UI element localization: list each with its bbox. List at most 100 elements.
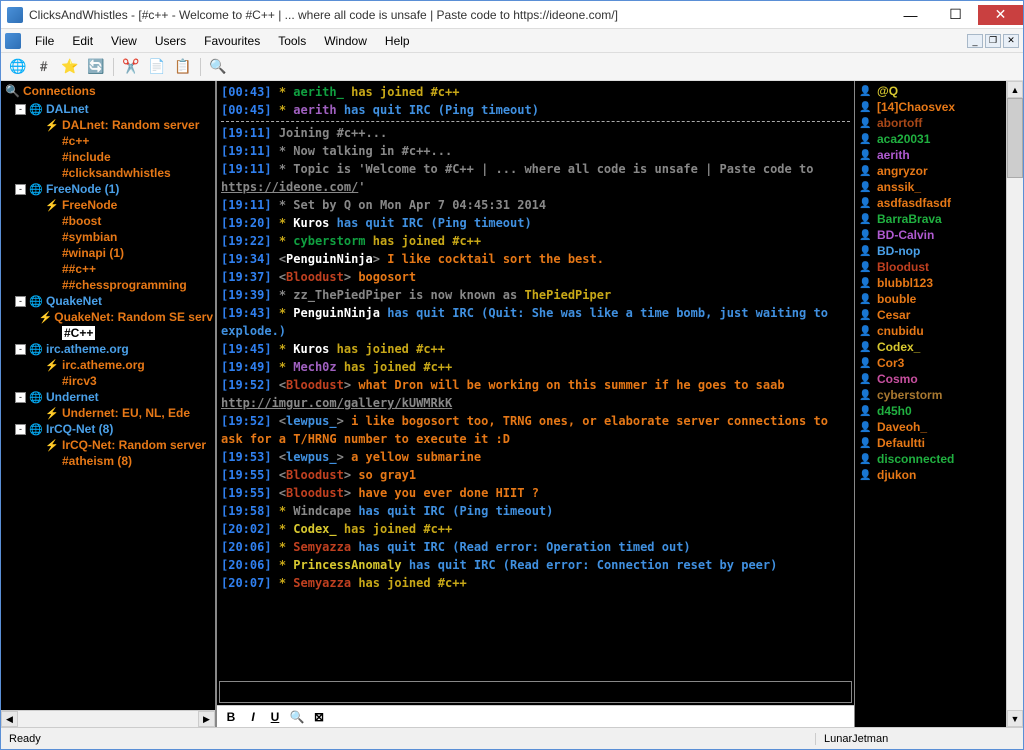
tree-item[interactable]: ⚡Undernet: EU, NL, Ede <box>3 405 213 421</box>
user-item[interactable]: 👤blubbl123 <box>859 275 1002 291</box>
minimize-button[interactable]: — <box>888 5 933 25</box>
chat-log[interactable]: [00:43] * aerith_ has joined #c++[00:45]… <box>217 81 854 679</box>
user-vertical-scrollbar[interactable]: ▲ ▼ <box>1006 81 1023 727</box>
user-item[interactable]: 👤BarraBrava <box>859 211 1002 227</box>
user-item[interactable]: 👤BD-nop <box>859 243 1002 259</box>
color-button[interactable]: 🔍 <box>289 710 305 724</box>
tree-item[interactable]: ⚡DALnet: Random server <box>3 117 213 133</box>
tree-item[interactable]: ##atheism (8) <box>3 453 213 469</box>
user-item[interactable]: 👤djukon <box>859 467 1002 483</box>
user-item[interactable]: 👤cyberstorm <box>859 387 1002 403</box>
tree-item[interactable]: -🌐IrCQ-Net (8) <box>3 421 213 437</box>
search-icon[interactable]: 🔍 <box>207 56 229 78</box>
menu-favourites[interactable]: Favourites <box>196 32 268 50</box>
user-item[interactable]: 👤bouble <box>859 291 1002 307</box>
user-item[interactable]: 👤abortoff <box>859 115 1002 131</box>
user-nick: djukon <box>877 468 916 482</box>
user-item[interactable]: 👤disconnected <box>859 451 1002 467</box>
clear-button[interactable]: ⊠ <box>311 710 327 724</box>
mdi-close-button[interactable]: ✕ <box>1003 34 1019 48</box>
tree-item[interactable]: ⚡IrCQ-Net: Random server <box>3 437 213 453</box>
user-item[interactable]: 👤BD-Calvin <box>859 227 1002 243</box>
globe-icon[interactable]: 🌐 <box>7 56 29 78</box>
menu-tools[interactable]: Tools <box>270 32 314 50</box>
tree-item[interactable]: ##ircv3 <box>3 373 213 389</box>
user-item[interactable]: 👤aerith <box>859 147 1002 163</box>
chat-line: [19:55] <Bloodust> have you ever done HI… <box>221 484 850 502</box>
tree-item[interactable]: ⚡QuakeNet: Random SE serv <box>3 309 213 325</box>
user-item[interactable]: 👤Defaultti <box>859 435 1002 451</box>
tree-label: #atheism (8) <box>62 454 132 468</box>
underline-button[interactable]: U <box>267 710 283 724</box>
user-item[interactable]: 👤Cosmo <box>859 371 1002 387</box>
user-item[interactable]: 👤asdfasdfasdf <box>859 195 1002 211</box>
message-input[interactable] <box>219 681 852 703</box>
close-button[interactable]: ✕ <box>978 5 1023 25</box>
menu-window[interactable]: Window <box>316 32 375 50</box>
user-item[interactable]: 👤Cor3 <box>859 355 1002 371</box>
tree-item[interactable]: ##boost <box>3 213 213 229</box>
mdi-restore-button[interactable]: ❐ <box>985 34 1001 48</box>
user-nick: aerith <box>877 148 910 162</box>
tree-expander[interactable]: - <box>15 296 26 307</box>
mdi-minimize-button[interactable]: _ <box>967 34 983 48</box>
menu-help[interactable]: Help <box>377 32 418 50</box>
user-item[interactable]: 👤anssik_ <box>859 179 1002 195</box>
tree-item[interactable]: ###chessprogramming <box>3 277 213 293</box>
tree-expander[interactable]: - <box>15 104 26 115</box>
tree-expander[interactable]: - <box>15 184 26 195</box>
user-item[interactable]: 👤[14]Chaosvex <box>859 99 1002 115</box>
user-item[interactable]: 👤d45h0 <box>859 403 1002 419</box>
menu-users[interactable]: Users <box>147 32 194 50</box>
tree-label: DALnet <box>46 102 89 116</box>
user-item[interactable]: 👤cnubidu <box>859 323 1002 339</box>
tree-label: #winapi (1) <box>62 246 124 260</box>
tree-item[interactable]: -🌐irc.atheme.org <box>3 341 213 357</box>
tree-label: IrCQ-Net: Random server <box>62 438 206 452</box>
tree-item[interactable]: ##symbian <box>3 229 213 245</box>
maximize-button[interactable]: ☐ <box>933 5 978 25</box>
tree-item[interactable]: ⚡FreeNode <box>3 197 213 213</box>
cut-icon[interactable]: ✂️ <box>120 56 142 78</box>
scroll-left-icon[interactable]: ◀ <box>1 711 18 727</box>
tree-item[interactable]: ##winapi (1) <box>3 245 213 261</box>
menu-file[interactable]: File <box>27 32 62 50</box>
user-item[interactable]: 👤aca20031 <box>859 131 1002 147</box>
tree-item[interactable]: ###c++ <box>3 261 213 277</box>
bold-button[interactable]: B <box>223 710 239 724</box>
menu-edit[interactable]: Edit <box>64 32 101 50</box>
tree-item[interactable]: ##c++ <box>3 133 213 149</box>
tree-expander[interactable]: - <box>15 344 26 355</box>
tree-item[interactable]: -🌐FreeNode (1) <box>3 181 213 197</box>
user-nick: BarraBrava <box>877 212 942 226</box>
scroll-up-icon[interactable]: ▲ <box>1007 81 1023 98</box>
copy-icon[interactable]: 📄 <box>146 56 168 78</box>
tree-label: #C++ <box>62 326 95 340</box>
tree-horizontal-scrollbar[interactable]: ◀ ▶ <box>1 710 215 727</box>
tree-item[interactable]: ##C++ <box>3 325 213 341</box>
user-item[interactable]: 👤@Q <box>859 83 1002 99</box>
tree-item[interactable]: -🌐Undernet <box>3 389 213 405</box>
user-item[interactable]: 👤Cesar <box>859 307 1002 323</box>
scroll-down-icon[interactable]: ▼ <box>1007 710 1023 727</box>
scroll-thumb[interactable] <box>1007 98 1023 178</box>
favorite-icon[interactable]: ⭐ <box>59 56 81 78</box>
tree-item[interactable]: -🌐DALnet <box>3 101 213 117</box>
user-item[interactable]: 👤Bloodust <box>859 259 1002 275</box>
paste-icon[interactable]: 📋 <box>172 56 194 78</box>
tree-item[interactable]: -🌐QuakeNet <box>3 293 213 309</box>
refresh-icon[interactable]: 🔄 <box>85 56 107 78</box>
user-item[interactable]: 👤Daveoh_ <box>859 419 1002 435</box>
tree-expander[interactable]: - <box>15 424 26 435</box>
tree-item[interactable]: ##clicksandwhistles <box>3 165 213 181</box>
user-item[interactable]: 👤angryzor <box>859 163 1002 179</box>
scroll-right-icon[interactable]: ▶ <box>198 711 215 727</box>
tree-expander[interactable]: - <box>15 392 26 403</box>
tree-item[interactable]: ##include <box>3 149 213 165</box>
menu-view[interactable]: View <box>103 32 145 50</box>
user-nick: bouble <box>877 292 916 306</box>
hash-icon[interactable]: #️ <box>33 56 55 78</box>
tree-item[interactable]: ⚡irc.atheme.org <box>3 357 213 373</box>
user-item[interactable]: 👤Codex_ <box>859 339 1002 355</box>
italic-button[interactable]: I <box>245 710 261 724</box>
